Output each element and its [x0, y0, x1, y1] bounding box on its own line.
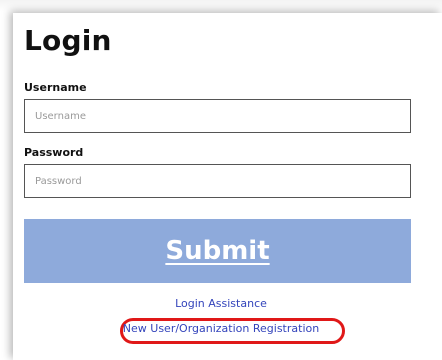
page-title: Login: [24, 24, 112, 57]
login-assistance-link[interactable]: Login Assistance: [0, 297, 442, 310]
username-input[interactable]: [24, 99, 411, 133]
password-label: Password: [24, 146, 84, 159]
password-input[interactable]: [24, 164, 411, 198]
page-background: Login Username Password Submit Login Ass…: [0, 0, 442, 360]
registration-link[interactable]: New User/Organization Registration: [0, 322, 442, 335]
submit-button[interactable]: Submit: [24, 219, 411, 283]
username-label: Username: [24, 81, 87, 94]
